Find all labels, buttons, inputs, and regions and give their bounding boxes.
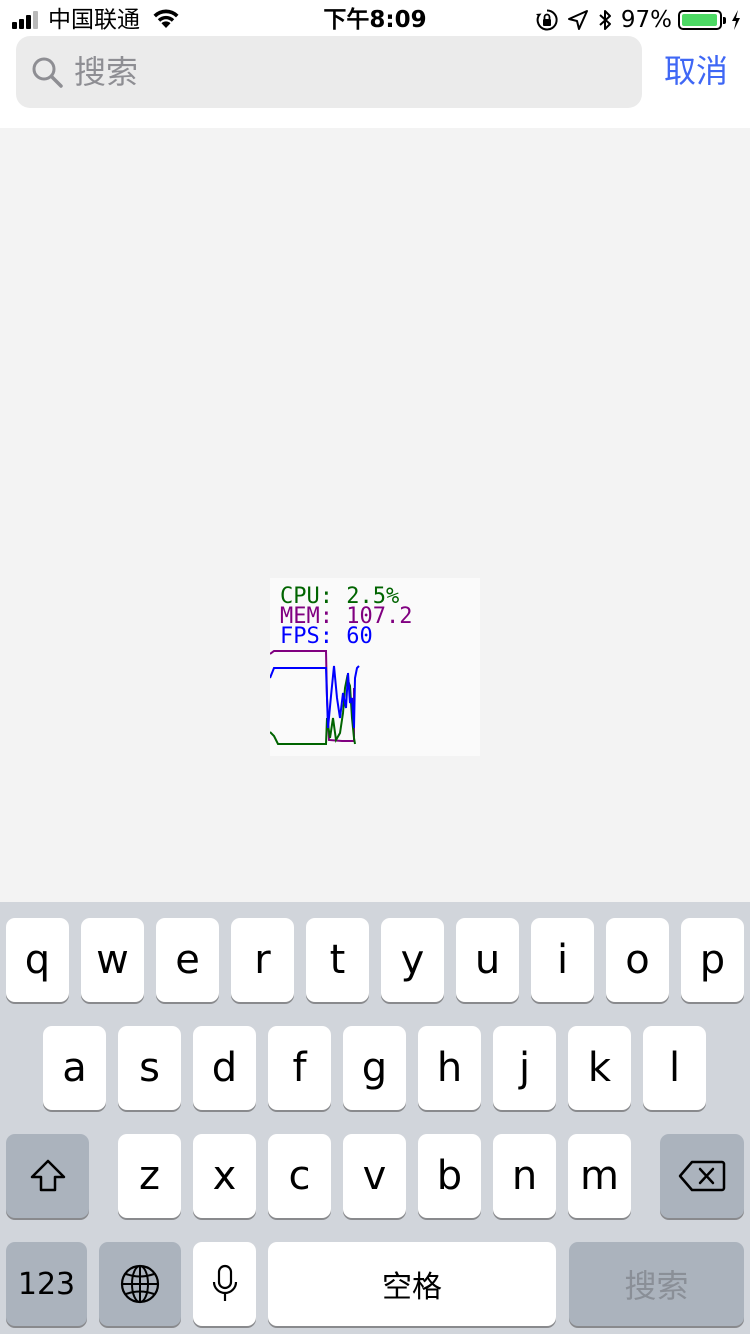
search-screen: 中国联通 下午8:09 97% 搜索 取消 CPU: 2.5% MEM: 107… — [0, 0, 750, 1334]
dictation-key[interactable] — [193, 1242, 256, 1326]
search-header: 取消 — [0, 36, 750, 128]
key-j[interactable]: j — [493, 1026, 556, 1110]
key-a[interactable]: a — [43, 1026, 106, 1110]
fps-readout: FPS: 60 — [280, 624, 373, 649]
key-h[interactable]: h — [418, 1026, 481, 1110]
globe-key[interactable] — [99, 1242, 181, 1326]
backspace-icon — [678, 1160, 726, 1192]
key-n[interactable]: n — [493, 1134, 556, 1218]
key-u[interactable]: u — [456, 918, 519, 1002]
key-t[interactable]: t — [306, 918, 369, 1002]
battery-fill — [682, 14, 717, 26]
keyboard: q w e r t y u i o p a s d f g h j k l z … — [0, 902, 750, 1334]
charging-icon — [730, 9, 742, 31]
key-k[interactable]: k — [568, 1026, 631, 1110]
space-key[interactable]: 空格 — [268, 1242, 556, 1326]
bluetooth-icon — [597, 8, 613, 32]
key-z[interactable]: z — [118, 1134, 181, 1218]
numbers-key[interactable]: 123 — [6, 1242, 87, 1326]
delete-key[interactable] — [660, 1134, 744, 1218]
key-m[interactable]: m — [568, 1134, 631, 1218]
key-s[interactable]: s — [118, 1026, 181, 1110]
key-i[interactable]: i — [531, 918, 594, 1002]
key-r[interactable]: r — [231, 918, 294, 1002]
microphone-icon — [212, 1264, 237, 1301]
key-p[interactable]: p — [681, 918, 744, 1002]
search-field[interactable] — [16, 36, 642, 108]
status-bar: 中国联通 下午8:09 97% — [0, 0, 750, 40]
key-q[interactable]: q — [6, 918, 69, 1002]
key-f[interactable]: f — [268, 1026, 331, 1110]
key-g[interactable]: g — [343, 1026, 406, 1110]
globe-icon — [120, 1264, 160, 1304]
key-e[interactable]: e — [156, 918, 219, 1002]
battery-percent: 97% — [620, 7, 672, 33]
performance-monitor[interactable]: CPU: 2.5% MEM: 107.2 FPS: 60 — [270, 578, 480, 756]
cancel-button[interactable]: 取消 — [664, 50, 728, 92]
key-x[interactable]: x — [193, 1134, 256, 1218]
shift-icon — [30, 1159, 65, 1192]
search-return-key[interactable]: 搜索 — [569, 1242, 744, 1326]
status-right: 97% — [527, 6, 742, 34]
key-l[interactable]: l — [643, 1026, 706, 1110]
key-w[interactable]: w — [81, 918, 144, 1002]
key-c[interactable]: c — [268, 1134, 331, 1218]
search-icon — [32, 57, 63, 88]
shift-key[interactable] — [6, 1134, 89, 1218]
battery-icon — [678, 10, 726, 30]
key-v[interactable]: v — [343, 1134, 406, 1218]
location-icon — [567, 9, 589, 31]
key-b[interactable]: b — [418, 1134, 481, 1218]
key-d[interactable]: d — [193, 1026, 256, 1110]
key-y[interactable]: y — [381, 918, 444, 1002]
search-input[interactable] — [74, 42, 594, 102]
key-o[interactable]: o — [606, 918, 669, 1002]
orientation-lock-icon — [535, 8, 559, 32]
